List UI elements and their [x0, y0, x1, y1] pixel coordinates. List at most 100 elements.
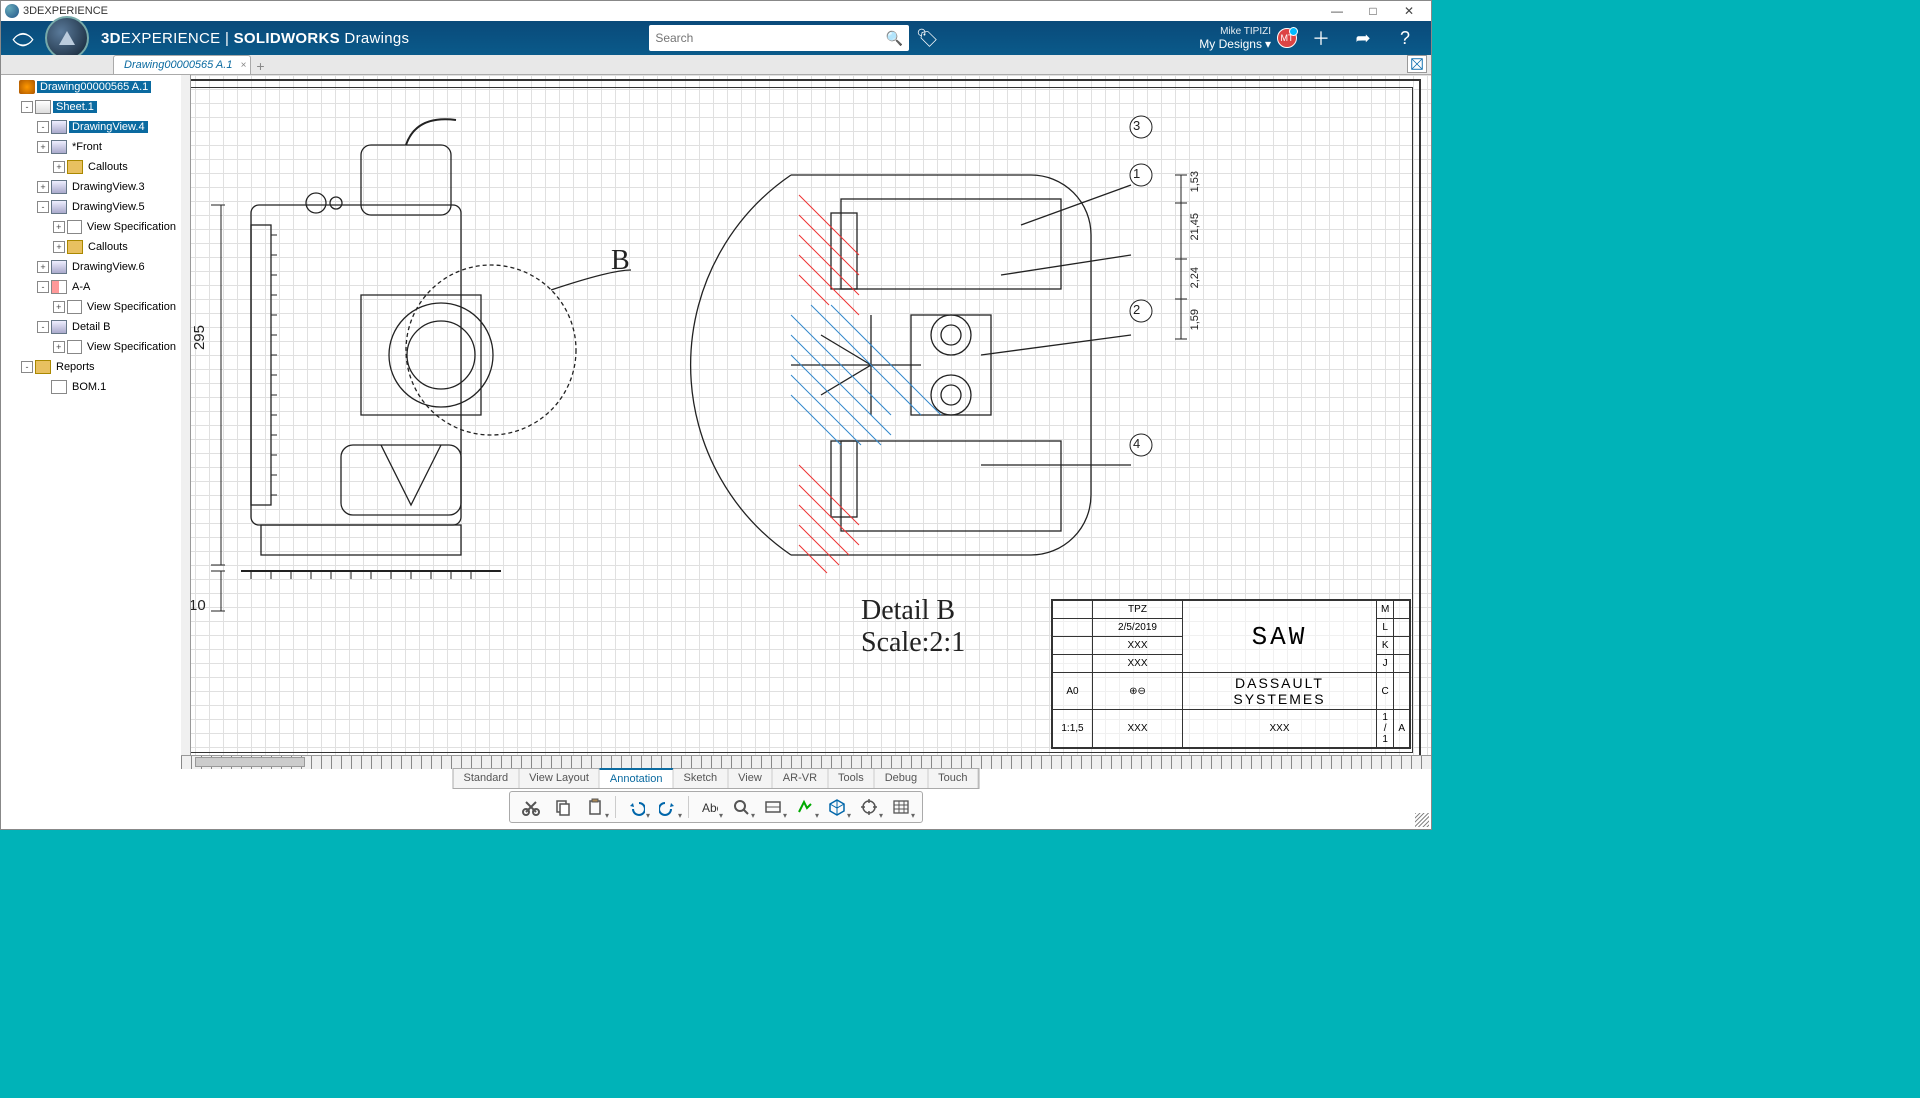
- expand-toggle-icon: [5, 81, 17, 93]
- undo-button[interactable]: [621, 794, 651, 820]
- expand-toggle-icon[interactable]: -: [37, 121, 49, 133]
- close-button[interactable]: ✕: [1391, 2, 1427, 20]
- cut-button[interactable]: [516, 794, 546, 820]
- view-icon: [51, 260, 67, 274]
- tree-item[interactable]: Drawing00000565 A.1: [3, 77, 179, 97]
- expand-toggle-icon[interactable]: +: [53, 161, 65, 173]
- document-tab[interactable]: Drawing00000565 A.1 ×: [113, 55, 251, 74]
- resize-grip-icon[interactable]: [1415, 813, 1429, 827]
- doc-icon: [67, 300, 82, 314]
- tree-item[interactable]: + View Specification: [3, 337, 179, 357]
- section-icon: [51, 280, 67, 294]
- tag-icon[interactable]: 🏷: [913, 24, 941, 52]
- tree-item-label: Reports: [53, 361, 98, 373]
- title-block: TPZSAWM 2/5/2019L XXXK XXXJ A0⊕⊖DASSAULT…: [1051, 599, 1411, 749]
- app-header: 3DEXPERIENCE | SOLIDWORKS Drawings 🔍 🏷 M…: [1, 21, 1431, 55]
- tree-item[interactable]: -Detail B: [3, 317, 179, 337]
- tree-item-label: View Specification: [84, 341, 179, 353]
- tree-item[interactable]: -A-A: [3, 277, 179, 297]
- tab-close-icon[interactable]: ×: [241, 60, 247, 71]
- add-icon[interactable]: ＋: [1307, 24, 1335, 52]
- center-button[interactable]: [854, 794, 884, 820]
- search-field[interactable]: 🔍: [649, 25, 909, 51]
- search-icon[interactable]: 🔍: [886, 30, 903, 47]
- tree-item[interactable]: - DrawingView.4: [3, 117, 179, 137]
- ribbon-tab-touch[interactable]: Touch: [928, 769, 978, 788]
- my-designs-dropdown[interactable]: My Designs▾: [1199, 37, 1271, 51]
- expand-toggle-icon[interactable]: +: [37, 141, 49, 153]
- redo-button[interactable]: [653, 794, 683, 820]
- ribbon-tab-sketch[interactable]: Sketch: [674, 769, 729, 788]
- ribbon-tab-standard[interactable]: Standard: [454, 769, 520, 788]
- document-tab-bar: Drawing00000565 A.1 × +: [1, 55, 1431, 75]
- drawing-canvas[interactable]: B 295 10 1,53 21,45 2,24 1,59 3 1 2 4 De…: [181, 75, 1431, 769]
- tree-item[interactable]: BOM.1: [3, 377, 179, 397]
- table-button[interactable]: [886, 794, 916, 820]
- ribbon-tab-ar-vr[interactable]: AR-VR: [773, 769, 828, 788]
- iso-button[interactable]: [822, 794, 852, 820]
- tree-item-label: DrawingView.6: [69, 261, 148, 273]
- expand-toggle-icon[interactable]: -: [21, 361, 33, 373]
- document-tab-label: Drawing00000565 A.1: [124, 59, 232, 71]
- ribbon-tab-debug[interactable]: Debug: [875, 769, 928, 788]
- balloon-1: 1: [1133, 166, 1140, 181]
- dimension-159: 1,59: [1189, 309, 1201, 330]
- h-scrollbar-thumb[interactable]: [195, 757, 305, 767]
- app-window: 3DEXPERIENCE — □ ✕ 3DEXPERIENCE | SOLIDW…: [0, 0, 1432, 830]
- expand-toggle-icon[interactable]: +: [53, 301, 65, 313]
- tree-item[interactable]: +DrawingView.3: [3, 177, 179, 197]
- ribbon-tab-view-layout[interactable]: View Layout: [519, 769, 600, 788]
- help-icon[interactable]: ?: [1391, 24, 1419, 52]
- expand-toggle-icon[interactable]: -: [37, 201, 49, 213]
- expand-toggle-icon[interactable]: +: [37, 181, 49, 193]
- tree-item[interactable]: +Callouts: [3, 237, 179, 257]
- feature-tree[interactable]: Drawing00000565 A.1-Sheet.1-DrawingView.…: [1, 75, 181, 769]
- ribbon-tab-annotation[interactable]: Annotation: [600, 768, 674, 788]
- share-icon[interactable]: ➦: [1349, 24, 1377, 52]
- text-button[interactable]: Abc: [694, 794, 724, 820]
- tree-item[interactable]: - Reports: [3, 357, 179, 377]
- tree-item[interactable]: -Sheet.1: [3, 97, 179, 117]
- maximize-button[interactable]: □: [1355, 2, 1391, 20]
- balloon-2: 2: [1133, 302, 1140, 317]
- tree-item[interactable]: -DrawingView.5: [3, 197, 179, 217]
- ribbon-tab-tools[interactable]: Tools: [828, 769, 875, 788]
- compass-icon[interactable]: [45, 16, 89, 60]
- expand-toggle-icon[interactable]: -: [37, 281, 49, 293]
- expand-toggle-icon: [37, 381, 49, 393]
- dimension-10: 10: [189, 597, 206, 614]
- tree-item-label: Callouts: [85, 161, 131, 173]
- dimension-2145: 21,45: [1189, 213, 1201, 241]
- ribbon-tab-view[interactable]: View: [728, 769, 773, 788]
- root-icon: [19, 80, 35, 94]
- balloon-3: 3: [1133, 118, 1140, 133]
- new-tab-button[interactable]: +: [251, 58, 269, 74]
- fit-button[interactable]: [758, 794, 788, 820]
- tree-item[interactable]: + Callouts: [3, 157, 179, 177]
- folder-icon: [67, 240, 83, 254]
- expand-toggle-icon[interactable]: +: [53, 341, 65, 353]
- expand-toggle-icon[interactable]: +: [37, 261, 49, 273]
- tree-item-label: BOM.1: [69, 381, 109, 393]
- search-input[interactable]: [655, 31, 886, 45]
- expand-toggle-icon[interactable]: +: [53, 221, 65, 233]
- expand-toggle-icon[interactable]: -: [21, 101, 33, 113]
- expand-toggle-icon[interactable]: +: [53, 241, 65, 253]
- tree-item[interactable]: +View Specification: [3, 297, 179, 317]
- tree-item-label: DrawingView.4: [69, 121, 148, 133]
- tree-item[interactable]: + DrawingView.6: [3, 257, 179, 277]
- tree-item-label: *Front: [69, 141, 105, 153]
- tree-item[interactable]: + *Front: [3, 137, 179, 157]
- ds-logo-icon[interactable]: [9, 24, 37, 52]
- copy-button[interactable]: [548, 794, 578, 820]
- zoom-button[interactable]: [726, 794, 756, 820]
- sketch-button[interactable]: [790, 794, 820, 820]
- minimize-button[interactable]: —: [1319, 2, 1355, 20]
- tree-item[interactable]: +View Specification: [3, 217, 179, 237]
- compass-toggle-button[interactable]: [1407, 55, 1427, 73]
- ribbon-tabs: StandardView LayoutAnnotationSketchViewA…: [453, 768, 980, 789]
- tree-item-label: Drawing00000565 A.1: [37, 81, 151, 93]
- avatar[interactable]: MT: [1277, 28, 1297, 48]
- paste-button[interactable]: [580, 794, 610, 820]
- expand-toggle-icon[interactable]: -: [37, 321, 49, 333]
